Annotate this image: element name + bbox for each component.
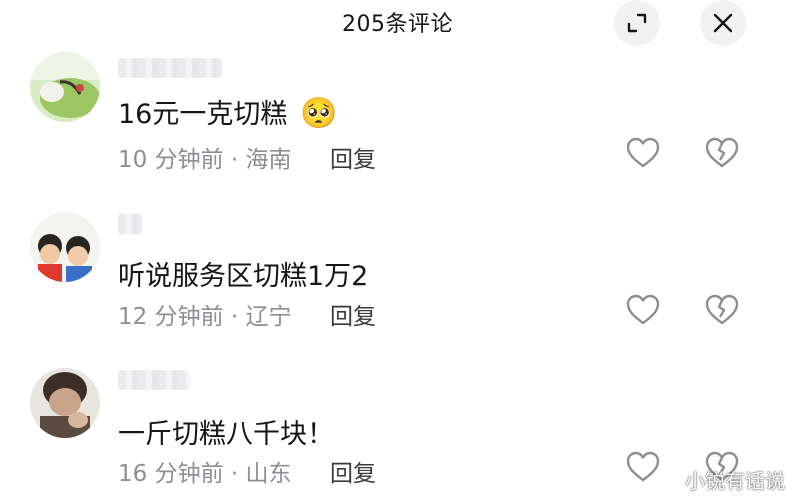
reply-button[interactable]: 回复 [330, 454, 376, 488]
username-blurred[interactable] [118, 214, 142, 234]
heart-icon [626, 451, 660, 482]
avatar[interactable] [30, 212, 100, 282]
comment-location: 山东 [245, 461, 292, 487]
like-button[interactable] [625, 292, 661, 328]
comment-location: 海南 [245, 147, 292, 173]
broken-heart-icon [705, 294, 739, 325]
watermark: 小锐有话说 [685, 469, 785, 493]
heart-icon [626, 294, 660, 325]
comment-meta: 16 分钟前 · 山东 [118, 454, 292, 488]
comment-time: 12 分钟前 [118, 304, 224, 330]
like-button[interactable] [625, 449, 661, 485]
comment-time: 10 分钟前 [118, 147, 224, 173]
meta-separator: · [223, 147, 246, 173]
username-blurred[interactable] [118, 370, 190, 390]
dislike-button[interactable] [704, 292, 740, 328]
comment-item: 一斤切糕八千块！ 16 分钟前 · 山东 回复 [0, 0, 795, 487]
avatar[interactable] [30, 368, 100, 438]
comment-time: 16 分钟前 [118, 461, 224, 487]
reply-button[interactable]: 回复 [330, 297, 376, 331]
comment-meta: 12 分钟前 · 辽宁 [118, 297, 292, 331]
comment-text: 一斤切糕八千块！ [118, 419, 334, 450]
meta-separator: · [223, 304, 246, 330]
comment-text: 听说服务区切糕1万2 [118, 261, 369, 292]
meta-separator: · [223, 461, 246, 487]
comment-location: 辽宁 [245, 304, 292, 330]
